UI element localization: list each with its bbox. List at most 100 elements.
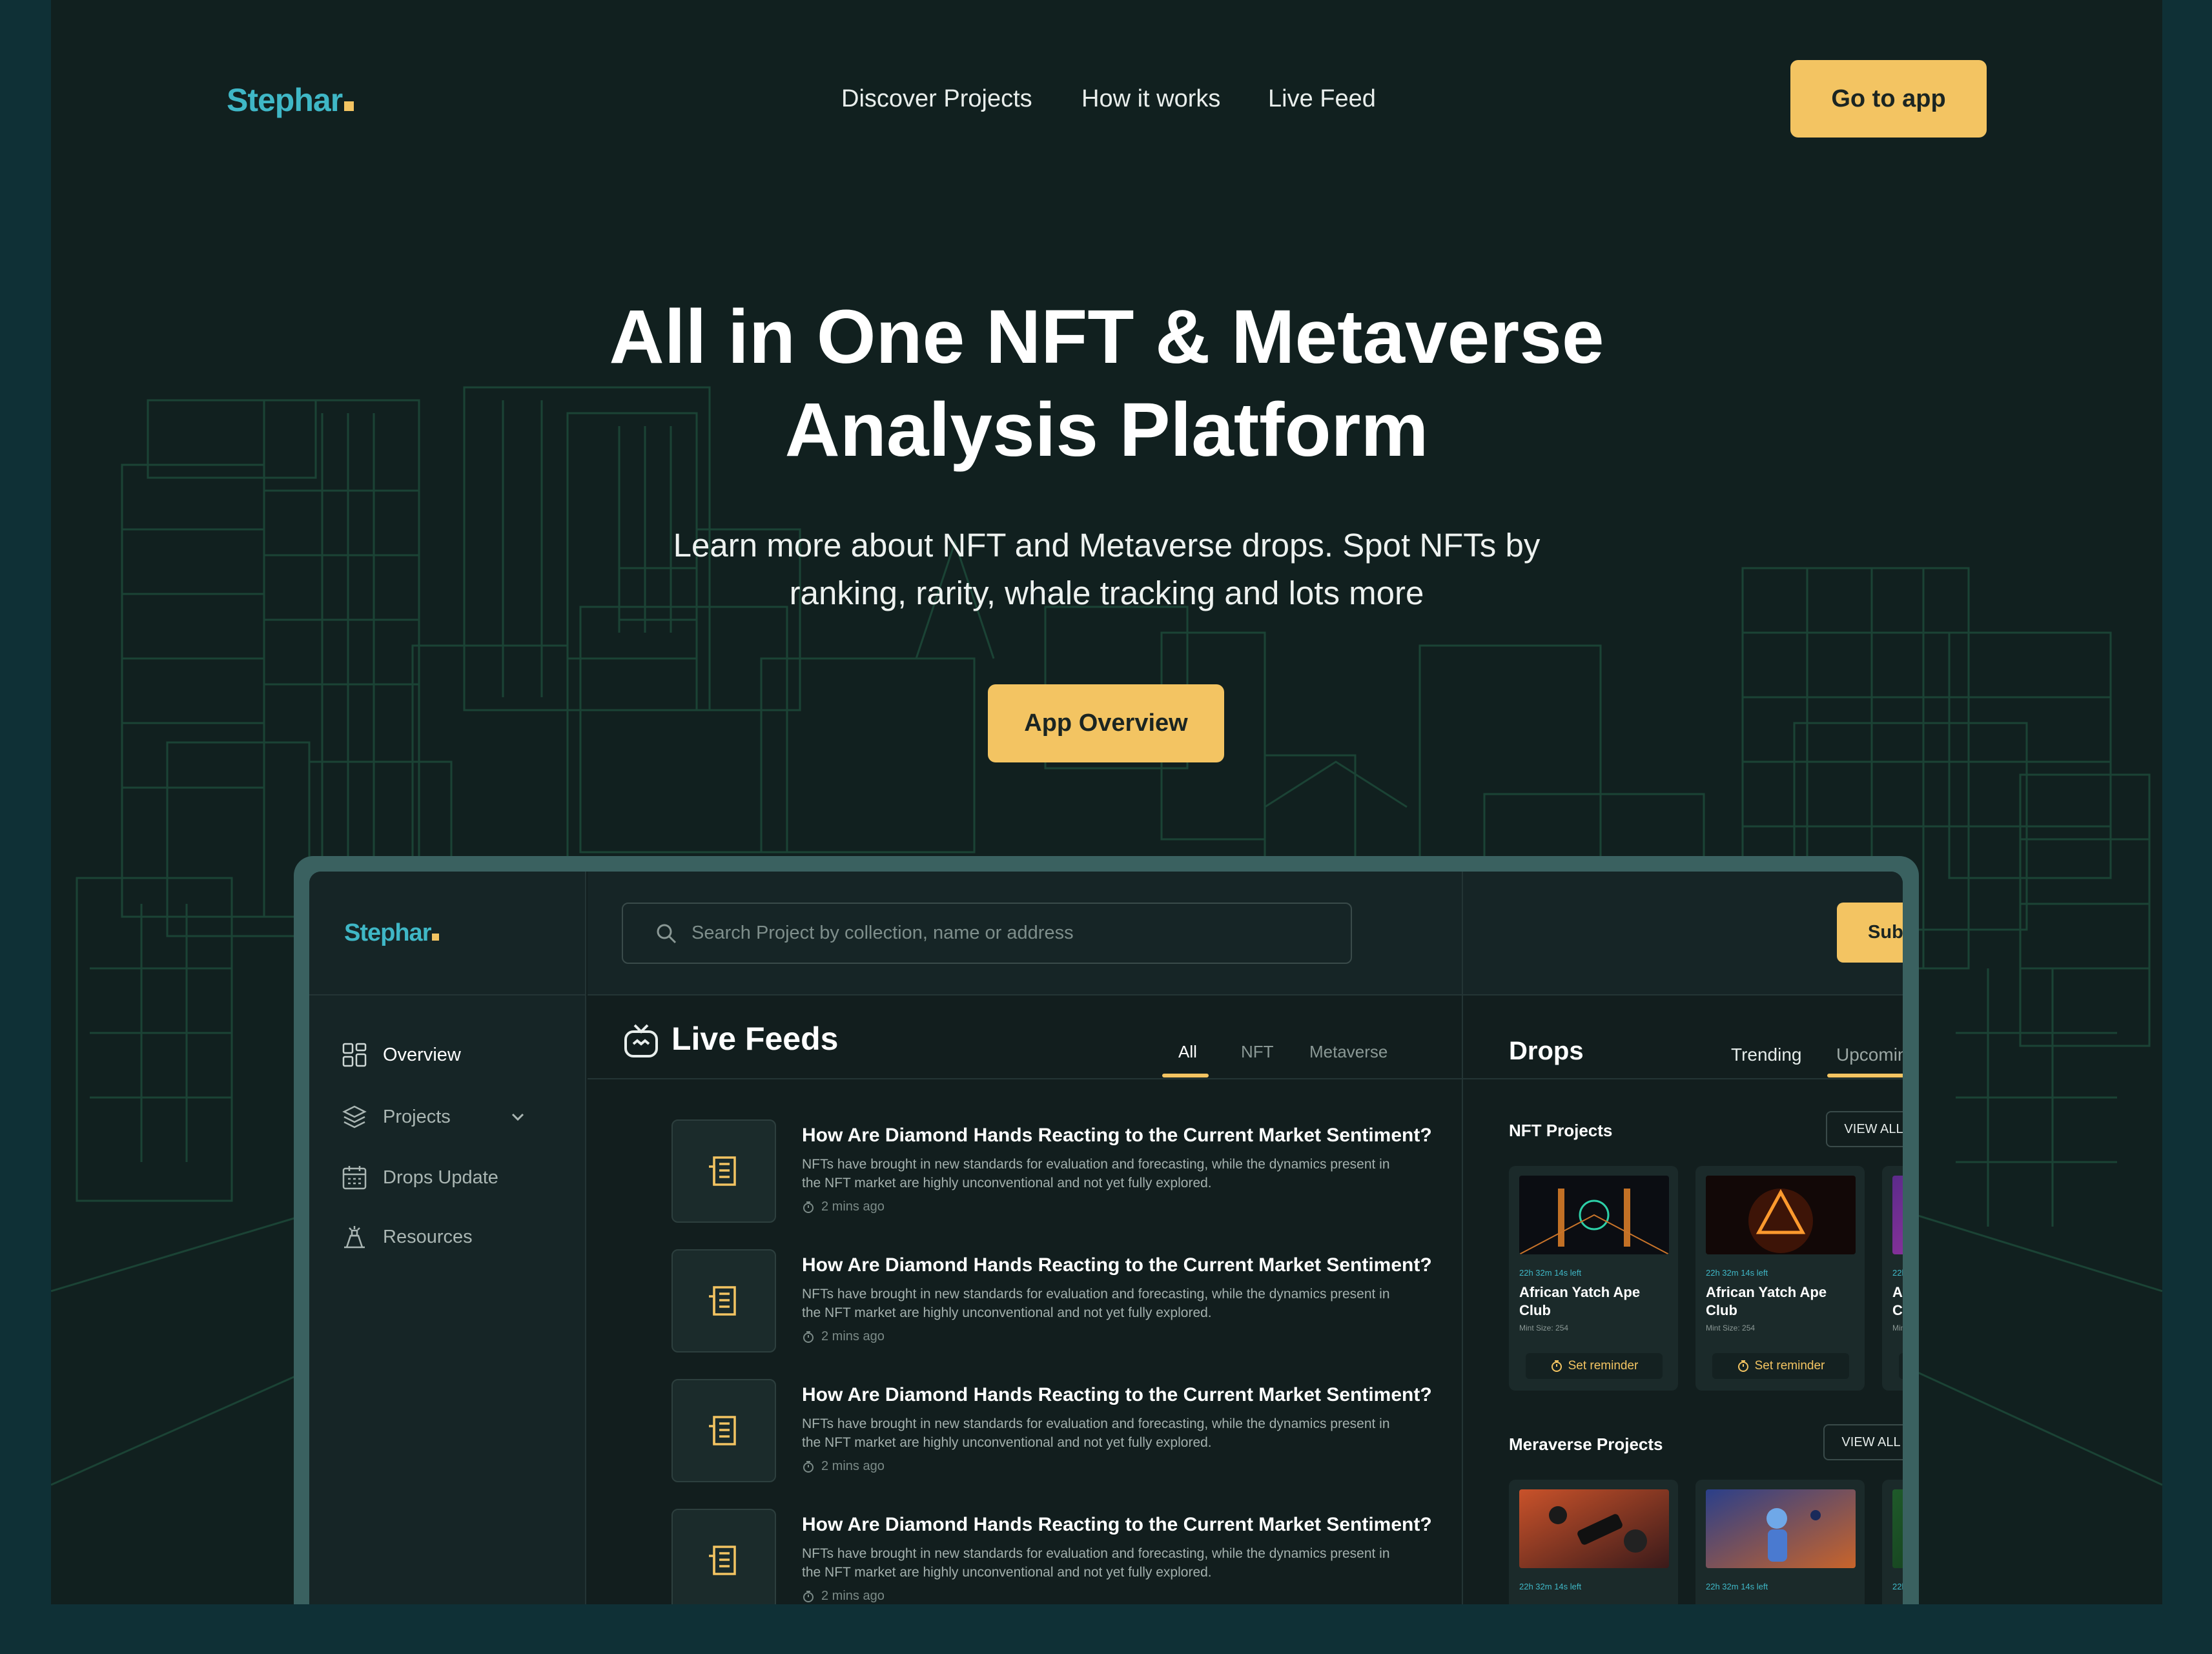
metaverse-project-card[interactable]: 22h 32m 14s left bbox=[1695, 1480, 1865, 1604]
tab-metaverse[interactable]: Metaverse bbox=[1309, 1042, 1388, 1062]
card-mint-size: Mint Size: 254 bbox=[1706, 1323, 1756, 1332]
sidebar-item-resources[interactable]: Resources bbox=[342, 1224, 473, 1250]
metaverse-thumbnail bbox=[1706, 1489, 1856, 1568]
feed-timestamp: 2 mins ago bbox=[802, 1589, 885, 1604]
document-icon bbox=[709, 1156, 736, 1186]
card-name: African Y Club bbox=[1892, 1283, 1903, 1320]
card-mint-size: Mint Size: 254 bbox=[1519, 1323, 1569, 1332]
card-name-line: Club bbox=[1706, 1302, 1737, 1318]
nav-discover-projects[interactable]: Discover Projects bbox=[841, 85, 1032, 113]
document-icon bbox=[709, 1286, 736, 1316]
nft-project-card-partial[interactable]: 22h 32m 14s left African Y Club Mint Size… bbox=[1882, 1166, 1903, 1391]
hero-title-line-1: All in One NFT & Metaverse bbox=[609, 294, 1604, 380]
feed-body-line: NFTs have brought in new standards for e… bbox=[802, 1416, 1390, 1431]
app-overview-button[interactable]: App Overview bbox=[988, 684, 1224, 762]
sidebar-item-overview[interactable]: Overview bbox=[342, 1042, 461, 1068]
live-feeds-title: Live Feeds bbox=[671, 1021, 839, 1057]
nav-how-it-works[interactable]: How it works bbox=[1081, 85, 1220, 113]
sidebar-item-projects[interactable]: Projects bbox=[342, 1104, 587, 1130]
feed-item[interactable]: How Are Diamond Hands Reacting to the Cu… bbox=[671, 1379, 1511, 1482]
layers-icon bbox=[342, 1105, 367, 1128]
sidebar-item-label: Resources bbox=[383, 1226, 473, 1247]
go-to-app-button[interactable]: Go to app bbox=[1790, 60, 1987, 138]
metaverse-artwork bbox=[1519, 1489, 1669, 1568]
logo-dot bbox=[432, 934, 440, 941]
feed-item[interactable]: How Are Diamond Hands Reacting to the Cu… bbox=[671, 1119, 1511, 1223]
feed-thumbnail bbox=[671, 1379, 776, 1482]
metaverse-project-card-partial[interactable]: 22h 32m 14s le bbox=[1882, 1480, 1903, 1604]
card-countdown: 22h 32m 14s le bbox=[1892, 1582, 1903, 1591]
sidebar: Stephar Overview Projects Drops Update R… bbox=[309, 872, 586, 1604]
nft-artwork bbox=[1519, 1176, 1669, 1254]
brand-logo[interactable]: Stephar bbox=[227, 81, 354, 119]
metaverse-projects-label: Meraverse Projects bbox=[1509, 1434, 1663, 1454]
feed-item[interactable]: How Are Diamond Hands Reacting to the Cu… bbox=[671, 1249, 1511, 1353]
feed-body: NFTs have brought in new standards for e… bbox=[802, 1414, 1454, 1452]
feed-timestamp: 2 mins ago bbox=[802, 1200, 885, 1214]
tab-all[interactable]: All bbox=[1178, 1042, 1197, 1062]
card-inner: 22h 32m 14s le bbox=[1882, 1480, 1903, 1604]
card-countdown: 22h 32m 14s left bbox=[1519, 1582, 1582, 1591]
feed-body-line: the NFT market are highly unconventional… bbox=[802, 1435, 1212, 1450]
tab-nft[interactable]: NFT bbox=[1241, 1042, 1274, 1062]
search-icon bbox=[657, 924, 677, 943]
card-countdown: 22h 32m 14s left bbox=[1519, 1268, 1582, 1278]
feed-thumbnail bbox=[671, 1119, 776, 1223]
tab-trending[interactable]: Trending bbox=[1731, 1045, 1801, 1065]
card-name-line: Club bbox=[1892, 1302, 1903, 1318]
clock-icon bbox=[1551, 1360, 1562, 1372]
feed-time-text: 2 mins ago bbox=[821, 1589, 885, 1603]
tab-upcoming[interactable]: Upcoming bbox=[1836, 1045, 1903, 1065]
nft-project-card[interactable]: 22h 32m 14s left African Yatch Ape Club M… bbox=[1509, 1166, 1678, 1391]
feed-title[interactable]: How Are Diamond Hands Reacting to the Cu… bbox=[802, 1384, 1432, 1406]
metaverse-thumbnail bbox=[1892, 1489, 1903, 1568]
clock-icon bbox=[803, 1201, 814, 1213]
feed-item[interactable]: How Are Diamond Hands Reacting to the Cu… bbox=[671, 1509, 1511, 1604]
sidebar-header: Stephar bbox=[309, 872, 585, 995]
view-all-nft-button[interactable]: VIEW ALL bbox=[1826, 1111, 1903, 1147]
card-name: African Yatch Ape Club bbox=[1706, 1283, 1861, 1320]
view-all-metaverse-button[interactable]: VIEW ALL bbox=[1823, 1424, 1903, 1460]
document-icon bbox=[709, 1546, 736, 1575]
set-reminder-button[interactable]: Se bbox=[1899, 1353, 1903, 1379]
drops-header-divider bbox=[1463, 1078, 1903, 1079]
search-input[interactable]: Search Project by collection, name or ad… bbox=[622, 903, 1352, 964]
nav-live-feed[interactable]: Live Feed bbox=[1268, 85, 1376, 113]
feed-title[interactable]: How Are Diamond Hands Reacting to the Cu… bbox=[802, 1254, 1432, 1276]
clock-icon bbox=[803, 1590, 814, 1602]
sidebar-item-drops-update[interactable]: Drops Update bbox=[342, 1165, 498, 1190]
card-countdown: 22h 32m 14s left bbox=[1892, 1268, 1903, 1278]
set-reminder-button[interactable]: Set reminder bbox=[1526, 1353, 1663, 1379]
nft-thumbnail bbox=[1519, 1176, 1669, 1254]
feed-body-line: NFTs have brought in new standards for e… bbox=[802, 1546, 1390, 1561]
card-name-line: African Y bbox=[1892, 1284, 1903, 1300]
feed-body-line: the NFT market are highly unconventional… bbox=[802, 1565, 1212, 1580]
feed-body-line: NFTs have brought in new standards for e… bbox=[802, 1157, 1390, 1172]
feed-time-text: 2 mins ago bbox=[821, 1459, 885, 1473]
live-feeds-header: Live Feeds All NFT Metaverse bbox=[588, 997, 1462, 1079]
nft-artwork bbox=[1706, 1176, 1856, 1254]
calendar-icon bbox=[342, 1166, 367, 1190]
feed-body-line: NFTs have brought in new standards for e… bbox=[802, 1287, 1390, 1302]
set-reminder-button[interactable]: Set reminder bbox=[1712, 1353, 1849, 1379]
nft-project-card[interactable]: 22h 32m 14s left African Yatch Ape Club M… bbox=[1695, 1166, 1865, 1391]
feed-title[interactable]: How Are Diamond Hands Reacting to the Cu… bbox=[802, 1125, 1432, 1147]
feed-time-text: 2 mins ago bbox=[821, 1200, 885, 1214]
nft-projects-label: NFT Projects bbox=[1509, 1121, 1613, 1140]
feed-thumbnail bbox=[671, 1249, 776, 1353]
feed-time-text: 2 mins ago bbox=[821, 1329, 885, 1343]
card-countdown: 22h 32m 14s left bbox=[1706, 1582, 1768, 1591]
set-reminder-label: Set reminder bbox=[1754, 1359, 1825, 1373]
sidebar-item-label: Overview bbox=[383, 1044, 461, 1065]
active-tab-indicator bbox=[1162, 1074, 1209, 1077]
document-icon bbox=[709, 1416, 736, 1445]
chevron-down-icon[interactable] bbox=[508, 1107, 527, 1127]
app-logo[interactable]: Stephar bbox=[344, 919, 440, 947]
hero-subtitle: Learn more about NFT and Metaverse drops… bbox=[51, 522, 2162, 617]
hero-title: All in One NFT & Metaverse Analysis Plat… bbox=[51, 291, 2162, 476]
feed-title[interactable]: How Are Diamond Hands Reacting to the Cu… bbox=[802, 1514, 1432, 1536]
subscribe-newsletter-button[interactable]: Subscribe to our newsletter bbox=[1837, 903, 1903, 963]
drops-title: Drops bbox=[1509, 1037, 1584, 1065]
metaverse-project-card[interactable]: 22h 32m 14s left bbox=[1509, 1480, 1678, 1604]
card-inner: 22h 32m 14s left African Y Club Mint Size… bbox=[1882, 1166, 1903, 1391]
